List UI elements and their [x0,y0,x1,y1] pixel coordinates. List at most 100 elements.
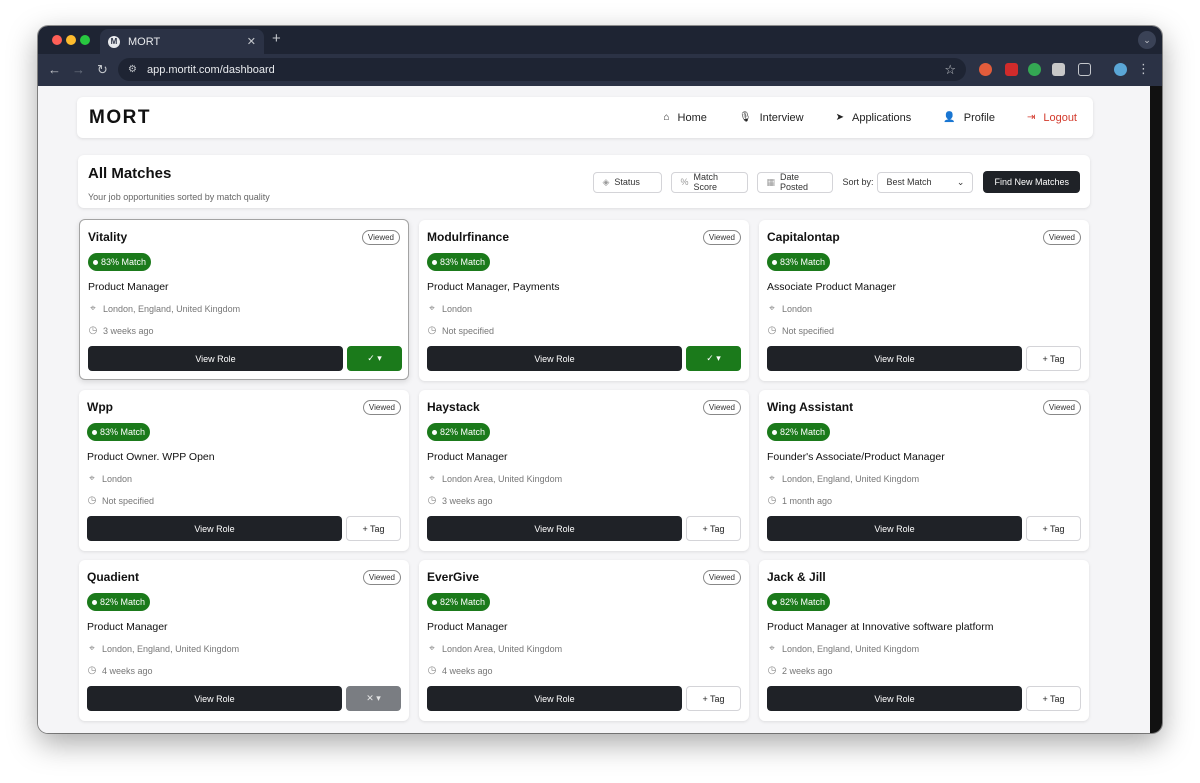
new-tab-icon[interactable]: + [272,30,281,47]
match-score-label: 83% Match [100,427,146,437]
nav-profile[interactable]: 👤 Profile [943,112,995,124]
back-icon[interactable]: ← [48,62,61,77]
job-card[interactable]: Quadient Viewed 82% Match Product Manage… [79,560,409,721]
job-card[interactable]: Wing Assistant Viewed 82% Match Founder'… [759,390,1089,551]
add-tag-button[interactable]: + Tag [1026,346,1081,371]
job-location-text: London [102,473,133,484]
job-title: Product Owner. WPP Open [87,451,215,463]
view-role-button[interactable]: View Role [767,516,1022,541]
company-name: Haystack [427,400,480,414]
job-card[interactable]: Capitalontap Viewed 83% Match Associate … [759,220,1089,381]
address-bar[interactable]: ⚙ app.mortit.com/dashboard ☆ [118,58,966,81]
job-card[interactable]: Jack & Jill 82% Match Product Manager at… [759,560,1089,721]
company-name: Quadient [87,570,140,584]
job-posted: ◷ 1 month ago [767,495,832,506]
add-tag-button[interactable]: + Tag [346,516,401,541]
clock-icon: ◷ [87,665,97,676]
job-posted-text: 4 weeks ago [102,665,153,676]
job-posted-text: 1 month ago [782,495,833,506]
location-pin-icon: ⌖ [769,643,775,654]
add-tag-button[interactable]: + Tag [1026,686,1081,711]
forward-icon[interactable]: → [72,62,85,77]
add-tag-button[interactable]: + Tag [686,686,741,711]
date-posted-filter-label: Date Posted [779,172,808,192]
sort-label: Sort by: [842,177,874,187]
close-window-button[interactable] [52,35,62,45]
nav-logout[interactable]: ⇥ Logout [1027,112,1077,124]
company-name: Jack & Jill [767,570,826,584]
bookmark-star-icon[interactable]: ☆ [944,62,956,78]
filter-bar: ◈ Status % Match Score ▦ Date Posted Sor… [584,171,1080,193]
job-card[interactable]: Vitality Viewed 83% Match Product Manage… [79,219,409,380]
job-location-text: London Area, United Kingdom [442,643,563,654]
tag-status-dropdown[interactable]: ✕ ▾ [346,686,401,711]
find-new-matches-button[interactable]: Find New Matches [983,171,1080,193]
location-pin-icon: ⌖ [89,643,95,654]
tag-icon: ◈ [602,176,610,187]
nav-interview[interactable]: 🎙 Interview [739,112,804,124]
page-viewport: MORT ⌂ Home 🎙 Interview ➤ Applications 👤… [38,86,1150,733]
clock-icon: ◷ [87,495,97,506]
minimize-window-button[interactable] [66,35,76,45]
job-location-text: London, England, United Kingdom [103,303,241,314]
page-scrollbar[interactable] [1150,86,1162,733]
browser-menu-icon[interactable]: ⋮ [1137,61,1150,77]
match-score-badge: 82% Match [427,593,491,611]
match-score-label: 83% Match [440,257,486,267]
profile-avatar-icon[interactable] [1114,63,1127,76]
view-role-button[interactable]: View Role [88,346,343,371]
view-role-button[interactable]: View Role [427,346,682,371]
view-role-button[interactable]: View Role [87,686,342,711]
view-role-button[interactable]: View Role [87,516,342,541]
view-role-button[interactable]: View Role [427,686,682,711]
nav-applications[interactable]: ➤ Applications [836,112,912,124]
date-posted-filter-button[interactable]: ▦ Date Posted [757,171,834,193]
add-tag-button[interactable]: + Tag [1026,516,1081,541]
sort-select[interactable]: Best Match ⌄ [877,171,974,193]
close-tab-icon[interactable]: ✕ [247,35,256,48]
match-score-filter-button[interactable]: % Match Score [671,171,749,193]
browser-tab[interactable]: M MORT ✕ [100,29,264,54]
reload-icon[interactable]: ↻ [97,62,108,78]
extension-icon[interactable] [1052,63,1065,76]
match-score-filter-label: Match Score [693,172,718,192]
job-posted: ◷ 3 weeks ago [427,495,493,506]
clock-icon: ◷ [767,325,777,336]
company-name: Vitality [88,230,128,244]
nav-home[interactable]: ⌂ Home [663,112,706,124]
extension-icon[interactable] [1005,63,1018,76]
job-title: Product Manager [427,451,508,463]
viewed-badge: Viewed [702,230,741,245]
extensions-puzzle-icon[interactable] [1078,63,1091,76]
location-pin-icon: ⌖ [769,473,775,484]
chevron-down-icon: ⌄ [956,176,965,187]
tab-search-icon[interactable]: ⌄ [1138,31,1156,49]
job-title: Founder's Associate/Product Manager [767,451,945,463]
logout-icon: ⇥ [1026,112,1036,123]
job-location: ⌖ London [767,303,812,314]
viewed-badge: Viewed [1042,400,1081,415]
view-role-button[interactable]: View Role [767,346,1022,371]
job-card[interactable]: EverGive Viewed 82% Match Product Manage… [419,560,749,721]
brand-logo[interactable]: MORT [89,107,631,129]
job-title: Product Manager [427,621,508,633]
extension-icon[interactable] [979,63,992,76]
job-posted-text: Not specified [782,325,835,336]
extension-icon[interactable] [1028,63,1041,76]
add-tag-button[interactable]: + Tag [686,516,741,541]
view-role-button[interactable]: View Role [767,686,1022,711]
job-location-text: London, England, United Kingdom [782,473,920,484]
job-card[interactable]: Wpp Viewed 83% Match Product Owner. WPP … [79,390,409,551]
job-location: ⌖ London, England, United Kingdom [767,473,919,484]
tag-status-dropdown[interactable]: ✓ ▾ [686,346,741,371]
view-role-button[interactable]: View Role [427,516,682,541]
status-filter-button[interactable]: ◈ Status [593,171,663,193]
tag-status-dropdown[interactable]: ✓ ▾ [347,346,402,371]
job-posted: ◷ 4 weeks ago [87,665,153,676]
match-score-label: 82% Match [100,597,146,607]
maximize-window-button[interactable] [80,35,90,45]
job-card[interactable]: Haystack Viewed 82% Match Product Manage… [419,390,749,551]
site-settings-icon[interactable]: ⚙ [128,64,137,75]
viewed-badge: Viewed [1042,230,1081,245]
job-card[interactable]: Modulrfinance Viewed 83% Match Product M… [419,220,749,381]
